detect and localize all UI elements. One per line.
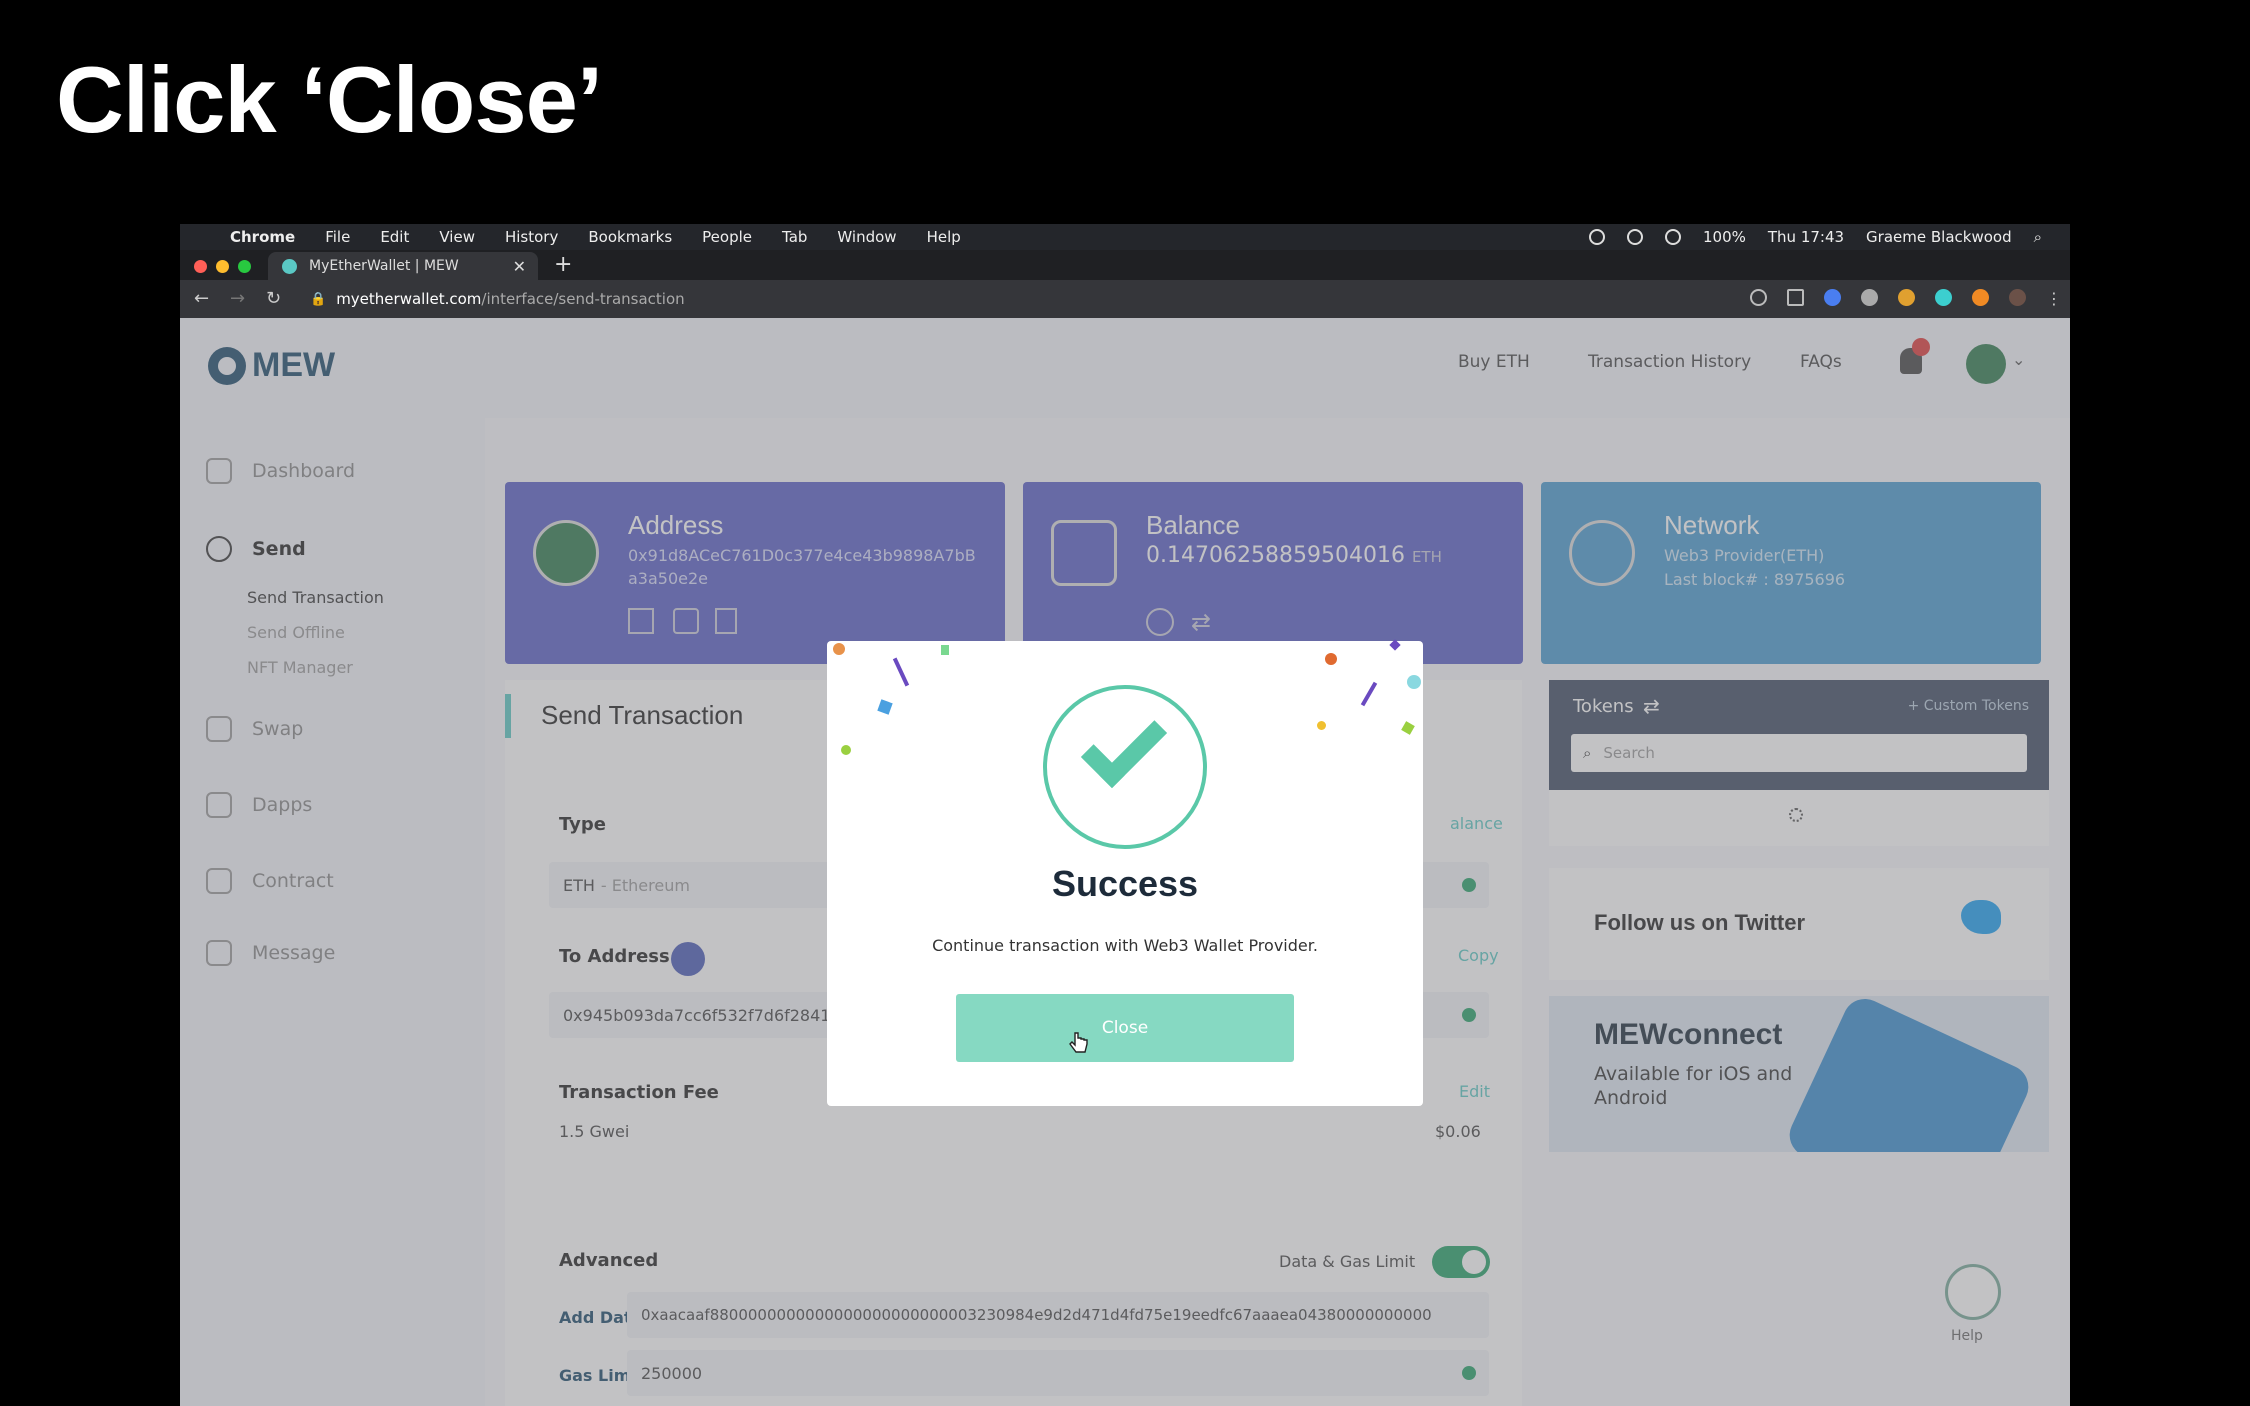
menu-people[interactable]: People xyxy=(702,228,752,246)
zoom-window-icon[interactable] xyxy=(238,260,251,273)
metamask-icon[interactable] xyxy=(1972,289,1989,306)
screen: Chrome File Edit View History Bookmarks … xyxy=(180,224,2070,1406)
modal-title: Success xyxy=(1051,863,1199,904)
clock-text[interactable]: Thu 17:43 xyxy=(1768,228,1844,246)
confetti-piece xyxy=(1389,639,1401,651)
confetti-piece xyxy=(1360,681,1378,707)
confetti-piece xyxy=(877,699,893,715)
confetti-piece xyxy=(1325,653,1337,665)
tutorial-caption: Click ‘Close’ xyxy=(56,47,603,152)
menu-help[interactable]: Help xyxy=(927,228,961,246)
record-icon[interactable] xyxy=(1588,229,1605,245)
new-tab-icon[interactable]: + xyxy=(554,252,572,277)
star-icon[interactable] xyxy=(1787,289,1804,306)
menu-history[interactable]: History xyxy=(505,228,558,246)
confetti-piece xyxy=(1317,721,1326,730)
confetti-piece xyxy=(833,643,845,655)
close-tab-icon[interactable]: ✕ xyxy=(513,257,526,276)
close-button[interactable]: Close xyxy=(956,994,1294,1062)
eth-extension-icon[interactable] xyxy=(1935,289,1952,306)
modal-message: Continue transaction with Web3 Wallet Pr… xyxy=(932,936,1318,955)
mac-menubar: Chrome File Edit View History Bookmarks … xyxy=(180,224,2070,250)
browser-tab[interactable]: MyEtherWallet | MEW ✕ xyxy=(268,252,538,280)
hand-cursor-icon xyxy=(1069,1032,1088,1053)
menu-view[interactable]: View xyxy=(439,228,475,246)
menu-window[interactable]: Window xyxy=(837,228,896,246)
chrome-tabbar: MyEtherWallet | MEW ✕ + xyxy=(180,250,2070,280)
close-window-icon[interactable] xyxy=(194,260,207,273)
kebab-menu-icon[interactable]: ⋮ xyxy=(2046,289,2062,308)
gear-extension-icon[interactable] xyxy=(1861,289,1878,306)
menu-file[interactable]: File xyxy=(325,228,350,246)
menu-tab[interactable]: Tab xyxy=(782,228,807,246)
dropbox-icon[interactable] xyxy=(1626,229,1643,245)
add-icon[interactable] xyxy=(1750,289,1767,306)
back-icon[interactable]: ← xyxy=(194,288,209,309)
menu-bookmarks[interactable]: Bookmarks xyxy=(588,228,672,246)
url-host: myetherwallet.com xyxy=(336,290,482,308)
tab-title: MyEtherWallet | MEW xyxy=(309,258,459,274)
success-modal: Success Continue transaction with Web3 W… xyxy=(827,639,1423,1106)
battery-text[interactable]: 100% xyxy=(1703,228,1746,246)
confetti-piece xyxy=(1407,675,1421,689)
translate-extension-icon[interactable] xyxy=(1824,289,1841,306)
confetti-piece xyxy=(841,745,851,755)
lock-icon: 🔒 xyxy=(310,291,327,307)
chrome-address-bar: ← → ↻ 🔒 myetherwallet.com /interface/sen… xyxy=(180,280,2070,318)
forward-icon[interactable]: → xyxy=(230,288,245,309)
profile-avatar-icon[interactable] xyxy=(2009,289,2026,306)
confetti-piece xyxy=(892,657,910,687)
url-path: /interface/send-transaction xyxy=(481,290,685,308)
mew-favicon-icon xyxy=(282,258,297,274)
menu-app-name[interactable]: Chrome xyxy=(230,228,295,246)
color-extension-icon[interactable] xyxy=(1898,289,1915,306)
spotlight-icon[interactable]: ⌕ xyxy=(2034,228,2042,246)
confetti-piece xyxy=(941,645,949,655)
url-input[interactable]: 🔒 myetherwallet.com /interface/send-tran… xyxy=(310,284,1870,314)
menu-edit[interactable]: Edit xyxy=(380,228,409,246)
wifi-icon[interactable] xyxy=(1664,229,1681,245)
minimize-window-icon[interactable] xyxy=(216,260,229,273)
reload-icon[interactable]: ↻ xyxy=(266,288,281,309)
confetti-piece xyxy=(1401,721,1415,735)
user-name[interactable]: Graeme Blackwood xyxy=(1866,228,2012,246)
